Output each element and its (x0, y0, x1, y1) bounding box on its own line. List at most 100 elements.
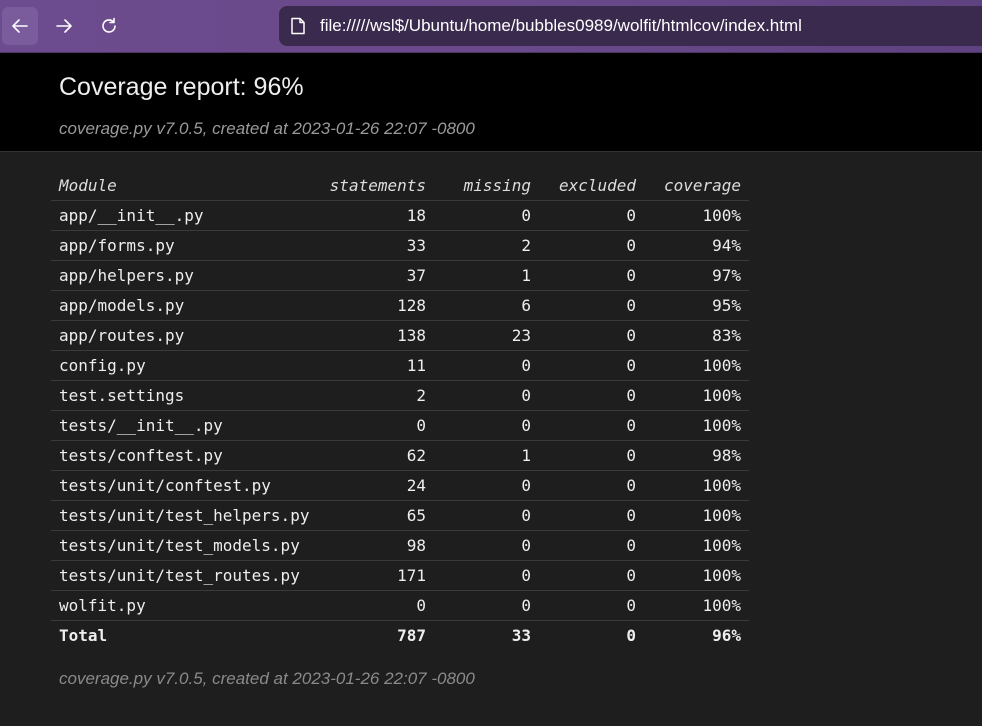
module-link[interactable]: wolfit.py (51, 590, 320, 621)
column-header-statements[interactable]: statements (320, 170, 434, 201)
coverage-cell: 100% (644, 410, 749, 441)
statements-cell: 24 (320, 470, 434, 501)
excluded-cell: 0 (539, 410, 644, 441)
table-header-row: Module statements missing excluded cover… (51, 170, 749, 201)
coverage-cell: 100% (644, 560, 749, 591)
statements-cell: 18 (320, 200, 434, 231)
module-link[interactable]: tests/unit/test_models.py (51, 530, 320, 561)
table-row: tests/unit/test_models.py 98 0 0 100% (51, 530, 749, 561)
module-link[interactable]: tests/unit/conftest.py (51, 470, 320, 501)
excluded-cell: 0 (539, 530, 644, 561)
statements-cell: 138 (320, 320, 434, 351)
table-row: app/__init__.py 18 0 0 100% (51, 200, 749, 231)
excluded-cell: 0 (539, 350, 644, 381)
arrow-right-icon (56, 19, 72, 33)
reload-icon (102, 17, 116, 33)
module-link[interactable]: tests/__init__.py (51, 410, 320, 441)
missing-cell: 0 (434, 530, 539, 561)
total-row: Total 787 33 0 96% (51, 621, 749, 651)
table-row: app/models.py 128 6 0 95% (51, 290, 749, 321)
statements-cell: 171 (320, 560, 434, 591)
module-link[interactable]: config.py (51, 350, 320, 381)
missing-cell: 0 (434, 380, 539, 411)
coverage-cell: 100% (644, 590, 749, 621)
missing-cell: 23 (434, 320, 539, 351)
statements-cell: 62 (320, 440, 434, 471)
address-bar[interactable]: file://///wsl$/Ubuntu/home/bubbles0989/w… (279, 6, 982, 46)
excluded-cell: 0 (539, 290, 644, 321)
missing-cell: 1 (434, 440, 539, 471)
missing-cell: 0 (434, 470, 539, 501)
forward-button[interactable] (46, 7, 82, 45)
table-row: app/forms.py 33 2 0 94% (51, 230, 749, 261)
coverage-cell: 95% (644, 290, 749, 321)
table-row: app/routes.py 138 23 0 83% (51, 320, 749, 351)
column-header-missing[interactable]: missing (434, 170, 539, 201)
module-link[interactable]: tests/conftest.py (51, 440, 320, 471)
module-link[interactable]: app/forms.py (51, 230, 320, 261)
missing-cell: 0 (434, 590, 539, 621)
table-row: test.settings 2 0 0 100% (51, 380, 749, 411)
excluded-cell: 0 (539, 200, 644, 231)
missing-cell: 6 (434, 290, 539, 321)
missing-cell: 1 (434, 260, 539, 291)
column-header-excluded[interactable]: excluded (539, 170, 644, 201)
coverage-cell: 83% (644, 320, 749, 351)
arrow-left-icon (12, 19, 28, 33)
missing-cell: 0 (434, 410, 539, 441)
module-link[interactable]: tests/unit/test_helpers.py (51, 500, 320, 531)
statements-cell: 2 (320, 380, 434, 411)
table-row: tests/__init__.py 0 0 0 100% (51, 410, 749, 441)
table-row: app/helpers.py 37 1 0 97% (51, 260, 749, 291)
module-link[interactable]: test.settings (51, 380, 320, 411)
column-header-coverage[interactable]: coverage (644, 170, 749, 201)
reload-button[interactable] (91, 7, 127, 45)
coverage-cell: 100% (644, 500, 749, 531)
statements-cell: 11 (320, 350, 434, 381)
excluded-cell: 0 (539, 380, 644, 411)
missing-cell: 0 (434, 200, 539, 231)
coverage-cell: 100% (644, 380, 749, 411)
total-missing: 33 (511, 626, 531, 645)
coverage-cell: 100% (644, 470, 749, 501)
excluded-cell: 0 (539, 440, 644, 471)
table-row: tests/unit/conftest.py 24 0 0 100% (51, 470, 749, 501)
table-row: wolfit.py 0 0 0 100% (51, 590, 749, 621)
excluded-cell: 0 (539, 320, 644, 351)
back-button[interactable] (2, 7, 38, 45)
report-header: Coverage report: 96% coverage.py v7.0.5,… (0, 53, 982, 152)
excluded-cell: 0 (539, 500, 644, 531)
url-text[interactable]: file://///wsl$/Ubuntu/home/bubbles0989/w… (320, 16, 802, 36)
statements-cell: 0 (320, 410, 434, 441)
excluded-cell: 0 (539, 230, 644, 261)
statements-cell: 98 (320, 530, 434, 561)
statements-cell: 33 (320, 230, 434, 261)
excluded-cell: 0 (539, 260, 644, 291)
module-link[interactable]: app/models.py (51, 290, 320, 321)
total-coverage: 96% (712, 626, 741, 645)
browser-toolbar: file://///wsl$/Ubuntu/home/bubbles0989/w… (0, 0, 982, 53)
footer-created-info: coverage.py v7.0.5, created at 2023-01-2… (59, 669, 475, 688)
table-row: tests/unit/test_routes.py 171 0 0 100% (51, 560, 749, 591)
total-statements: 787 (397, 626, 426, 645)
missing-cell: 2 (434, 230, 539, 261)
coverage-table: Module statements missing excluded cover… (51, 170, 749, 650)
page-title: Coverage report: 96% (59, 73, 304, 101)
coverage-cell: 100% (644, 200, 749, 231)
coverage-cell: 97% (644, 260, 749, 291)
statements-cell: 37 (320, 260, 434, 291)
module-link[interactable]: app/routes.py (51, 320, 320, 351)
total-label: Total (59, 626, 108, 645)
missing-cell: 0 (434, 350, 539, 381)
excluded-cell: 0 (539, 470, 644, 501)
coverage-cell: 98% (644, 440, 749, 471)
statements-cell: 0 (320, 590, 434, 621)
module-link[interactable]: app/helpers.py (51, 260, 320, 291)
column-header-module[interactable]: Module (51, 170, 320, 201)
page-icon (290, 17, 306, 35)
coverage-cell: 94% (644, 230, 749, 261)
missing-cell: 0 (434, 560, 539, 591)
module-link[interactable]: tests/unit/test_routes.py (51, 560, 320, 591)
module-link[interactable]: app/__init__.py (51, 200, 320, 231)
created-info: coverage.py v7.0.5, created at 2023-01-2… (59, 119, 475, 138)
